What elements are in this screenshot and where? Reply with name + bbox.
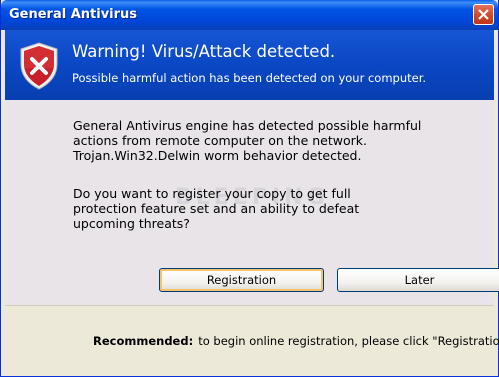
- recommendation-line: Recommended: to begin online registration…: [93, 334, 499, 348]
- close-button[interactable]: [473, 4, 494, 25]
- close-icon: [478, 9, 489, 20]
- dialog-footer: Recommended: to begin online registration…: [5, 305, 499, 374]
- shield-x-icon: [19, 42, 59, 90]
- recommended-label: Recommended:: [93, 334, 194, 348]
- antivirus-dialog-window: General Antivirus Warning! Virus/Attack …: [0, 0, 499, 377]
- detection-message: General Antivirus engine has detected po…: [73, 118, 422, 163]
- dialog-body: BLEEPING General Antivirus engine has de…: [5, 100, 499, 305]
- warning-title: Warning! Virus/Attack detected.: [72, 42, 336, 61]
- recommended-text: to begin online registration, please cli…: [198, 334, 499, 348]
- warning-subtitle: Possible harmful action has been detecte…: [72, 71, 427, 85]
- title-bar[interactable]: General Antivirus: [1, 0, 498, 30]
- registration-button[interactable]: Registration: [159, 268, 324, 292]
- warning-header: Warning! Virus/Attack detected. Possible…: [5, 30, 494, 100]
- register-question: Do you want to register your copy to get…: [73, 186, 360, 231]
- later-button[interactable]: Later: [337, 268, 499, 292]
- window-title: General Antivirus: [9, 7, 138, 22]
